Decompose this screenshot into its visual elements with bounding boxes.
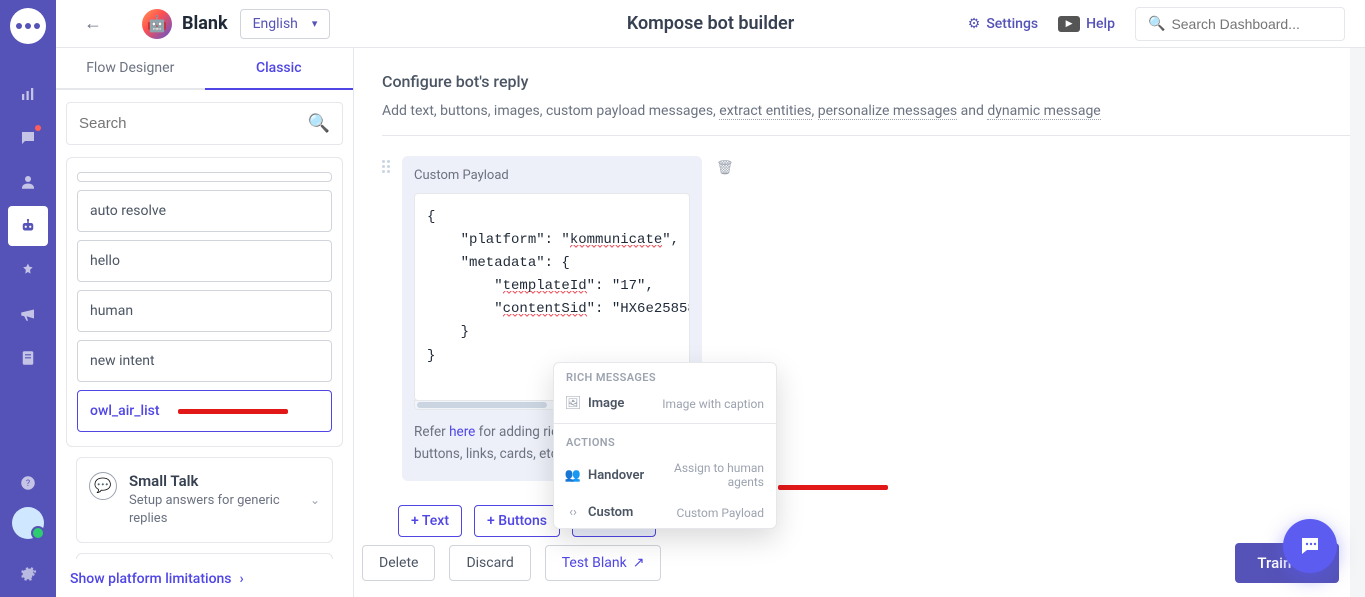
trash-icon[interactable]: 🗑 bbox=[716, 160, 734, 176]
dashboard-search-input[interactable] bbox=[1171, 16, 1352, 32]
more-options-popover: RICH MESSAGES 🖼 Image Image with caption… bbox=[553, 362, 777, 529]
popover-handover-label: Handover bbox=[588, 468, 644, 483]
popover-item-custom[interactable]: ‹› Custom Custom Payload bbox=[554, 497, 776, 528]
platform-limitations-label: Show platform limitations bbox=[70, 571, 232, 587]
dynamic-message-link[interactable]: dynamic message bbox=[987, 103, 1100, 120]
app-logo-icon[interactable] bbox=[10, 8, 46, 44]
small-talk-title: Small Talk bbox=[129, 472, 298, 490]
platform-limitations-link[interactable]: Show platform limitations › bbox=[56, 559, 353, 597]
profile-avatar[interactable] bbox=[12, 507, 44, 539]
chat-bubble-icon: 💬 bbox=[89, 472, 117, 500]
help-link[interactable]: ▶ Help bbox=[1058, 16, 1115, 32]
popover-section-actions: ACTIONS bbox=[554, 428, 776, 453]
divider bbox=[382, 135, 1350, 136]
notification-dot-icon bbox=[35, 125, 41, 131]
chat-fab-button[interactable] bbox=[1283, 519, 1337, 573]
refer-here-link[interactable]: here bbox=[449, 424, 475, 440]
reply-block: Custom Payload { "platform": "kommunicat… bbox=[382, 156, 1350, 481]
delete-button[interactable]: Delete bbox=[362, 545, 435, 581]
language-select[interactable]: English ▾ bbox=[240, 9, 331, 39]
test-bot-button[interactable]: Test Blank ↗ bbox=[545, 545, 662, 581]
drag-handle-icon[interactable] bbox=[382, 160, 396, 174]
intent-item-blank[interactable] bbox=[77, 172, 332, 182]
intent-search-input[interactable] bbox=[79, 115, 308, 132]
configure-subtitle: Add text, buttons, images, custom payloa… bbox=[382, 103, 1350, 119]
small-talk-card[interactable]: 💬 Small Talk Setup answers for generic r… bbox=[76, 457, 333, 543]
left-panel: Flow Designer Classic 🔍 auto resolve hel… bbox=[56, 48, 354, 597]
page-title: Kompose bot builder bbox=[627, 13, 794, 34]
intent-search[interactable]: 🔍 bbox=[66, 102, 343, 145]
tab-classic[interactable]: Classic bbox=[205, 48, 354, 90]
video-icon: ▶ bbox=[1058, 16, 1080, 32]
help-icon[interactable]: ? bbox=[8, 463, 48, 503]
intent-item[interactable]: auto resolve bbox=[77, 190, 332, 232]
popover-handover-sub: Assign to human agents bbox=[652, 461, 764, 489]
divider bbox=[554, 423, 776, 424]
refer-pre: Refer bbox=[414, 424, 449, 440]
svg-text:?: ? bbox=[26, 479, 30, 489]
help-label: Help bbox=[1086, 16, 1115, 32]
intent-item-selected[interactable]: owl_air_list bbox=[77, 390, 332, 432]
external-link-icon: ↗ bbox=[633, 555, 645, 571]
configure-header: Configure bot's reply bbox=[382, 72, 1350, 91]
left-rail: ? bbox=[0, 0, 56, 597]
and-text: and bbox=[957, 103, 987, 119]
search-icon: 🔍 bbox=[1148, 16, 1165, 32]
settings-icon[interactable] bbox=[8, 553, 48, 593]
redaction-mark-icon bbox=[178, 409, 288, 414]
discard-button[interactable]: Discard bbox=[449, 545, 530, 581]
custom-payload-title: Custom Payload bbox=[414, 168, 690, 183]
popover-item-handover[interactable]: 👥 Handover Assign to human agents bbox=[554, 453, 776, 497]
dashboard-search[interactable]: 🔍 bbox=[1135, 7, 1345, 41]
settings-label: Settings bbox=[986, 16, 1038, 32]
popover-item-image[interactable]: 🖼 Image Image with caption bbox=[554, 388, 776, 419]
back-arrow-icon[interactable]: ← bbox=[84, 13, 102, 34]
intent-item[interactable]: human bbox=[77, 290, 332, 332]
configure-sub-prefix: Add text, buttons, images, custom payloa… bbox=[382, 103, 719, 119]
refer-line2: buttons, links, cards, etc bbox=[414, 446, 558, 462]
bot-name: Blank bbox=[182, 13, 228, 34]
intent-item-label: owl_air_list bbox=[90, 403, 160, 419]
bot-icon[interactable] bbox=[8, 206, 48, 246]
intent-list: auto resolve hello human new intent owl_… bbox=[66, 157, 343, 447]
bot-avatar-icon: 🤖 bbox=[142, 9, 172, 39]
top-header: ← 🤖 Blank English ▾ Kompose bot builder … bbox=[56, 0, 1365, 48]
intent-item[interactable]: hello bbox=[77, 240, 332, 282]
automation-icon[interactable] bbox=[8, 250, 48, 290]
settings-link[interactable]: ⚙ Settings bbox=[968, 16, 1038, 32]
language-select-value: English bbox=[253, 16, 298, 32]
popover-image-label: Image bbox=[588, 396, 624, 411]
popover-image-sub: Image with caption bbox=[662, 397, 764, 411]
add-buttons-button[interactable]: + Buttons bbox=[474, 505, 560, 537]
handover-icon: 👥 bbox=[566, 468, 580, 482]
analytics-icon[interactable] bbox=[8, 74, 48, 114]
scrollbar-thumb[interactable] bbox=[417, 402, 547, 408]
right-scrim bbox=[1350, 48, 1365, 597]
conversations-icon[interactable] bbox=[8, 118, 48, 158]
personalize-link[interactable]: personalize messages bbox=[818, 103, 957, 120]
users-icon[interactable] bbox=[8, 162, 48, 202]
extract-entities-link[interactable]: extract entities bbox=[719, 103, 811, 120]
search-icon: 🔍 bbox=[308, 113, 330, 134]
chevron-down-icon: ⌄ bbox=[310, 493, 320, 507]
redaction-mark-icon bbox=[778, 485, 888, 490]
small-talk-sub: Setup answers for generic replies bbox=[129, 492, 298, 528]
tab-flow-designer[interactable]: Flow Designer bbox=[56, 48, 205, 90]
docs-icon[interactable] bbox=[8, 338, 48, 378]
gear-icon: ⚙ bbox=[968, 16, 981, 32]
intent-item[interactable]: new intent bbox=[77, 340, 332, 382]
add-text-button[interactable]: + Text bbox=[398, 505, 462, 537]
campaigns-icon[interactable] bbox=[8, 294, 48, 334]
chevron-down-icon: ▾ bbox=[312, 17, 318, 30]
code-icon: ‹› bbox=[566, 506, 580, 520]
chevron-right-icon: › bbox=[240, 571, 244, 587]
designer-tabs: Flow Designer Classic bbox=[56, 48, 353, 90]
popover-section-rich: RICH MESSAGES bbox=[554, 363, 776, 388]
image-icon: 🖼 bbox=[566, 397, 580, 411]
popover-custom-sub: Custom Payload bbox=[677, 506, 764, 520]
comma: , bbox=[812, 103, 818, 119]
popover-custom-label: Custom bbox=[588, 505, 633, 520]
action-buttons-row: Delete Discard Test Blank ↗ Train bot bbox=[362, 543, 1339, 583]
test-bot-label: Test Blank bbox=[562, 555, 627, 571]
